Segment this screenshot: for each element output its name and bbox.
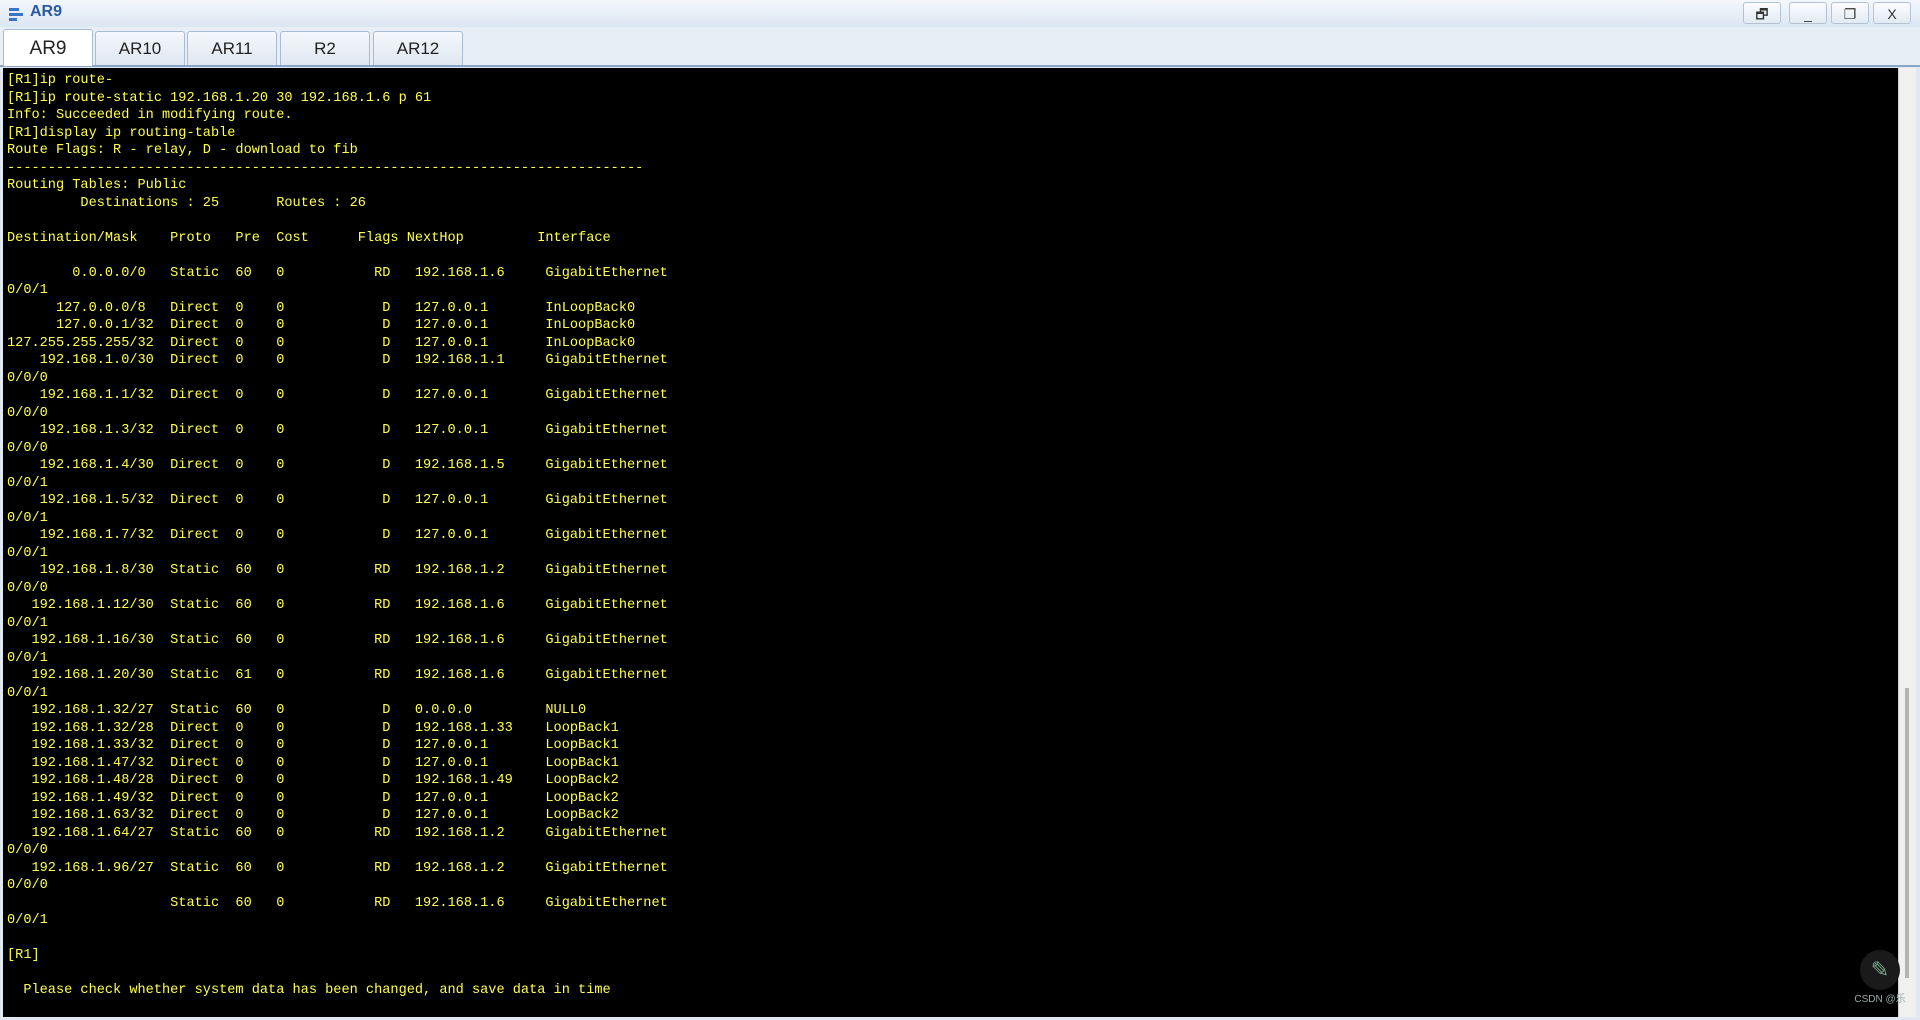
window-title: AR9 bbox=[30, 3, 63, 20]
terminal-line: Info: Succeeded in modifying route. bbox=[7, 108, 293, 123]
terminal-line: 127.0.0.0/8 Direct 0 0 D 127.0.0.1 InLoo… bbox=[7, 300, 636, 316]
terminal-console[interactable]: [R1]ip route- [R1]ip route-static 192.168… bbox=[3, 68, 1898, 1017]
terminal-line: 0/0/0 bbox=[7, 440, 48, 456]
maximize-button[interactable]: ❐ bbox=[1831, 2, 1869, 24]
watermark-text: CSDN @乐 bbox=[1854, 994, 1906, 1005]
terminal-line: 0/0/1 bbox=[7, 650, 48, 666]
tab-r2[interactable]: R2 bbox=[280, 31, 370, 65]
terminal-line: 0/0/0 bbox=[7, 405, 48, 421]
terminal-line: 192.168.1.47/32 Direct 0 0 D 127.0.0.1 L… bbox=[7, 755, 619, 771]
terminal-line: Destinations : 25 Routes : 26 bbox=[7, 195, 366, 211]
tab-ar10[interactable]: AR10 bbox=[95, 31, 185, 65]
terminal-output: [R1]ip route- [R1]ip route-static 192.168… bbox=[3, 68, 1898, 1000]
terminal-line: 0/0/0 bbox=[7, 580, 48, 596]
csdn-logo-icon: ✎ bbox=[1860, 950, 1900, 990]
terminal-line: 0/0/0 bbox=[7, 878, 48, 893]
terminal-line: 192.168.1.48/28 Direct 0 0 D 192.168.1.4… bbox=[7, 773, 619, 788]
terminal-line: 192.168.1.20/30 Static 61 0 RD 192.168.1… bbox=[7, 668, 668, 683]
terminal-line: [R1]ip route- bbox=[7, 73, 114, 88]
terminal-line: 0/0/0 bbox=[7, 370, 48, 386]
terminal-line: 0/0/0 bbox=[7, 843, 48, 858]
terminal-line: Destination/Mask Proto Pre Cost Flags Ne… bbox=[7, 230, 611, 246]
terminal-line: 192.168.1.12/30 Static 60 0 RD 192.168.1… bbox=[7, 598, 668, 613]
terminal-line: 192.168.1.16/30 Static 60 0 RD 192.168.1… bbox=[7, 633, 668, 648]
terminal-line: [R1]display ip routing-table bbox=[7, 125, 236, 141]
terminal-line: Routing Tables: Public bbox=[7, 178, 187, 193]
session-tab-bar: AR9 AR10 AR11 R2 AR12 bbox=[0, 27, 1920, 67]
terminal-line: [R1] bbox=[7, 948, 40, 963]
minimize-button[interactable]: _ bbox=[1789, 2, 1827, 24]
terminal-line: 0.0.0.0/0 Static 60 0 RD 192.168.1.6 Gig… bbox=[7, 265, 668, 281]
tab-ar9[interactable]: AR9 bbox=[3, 29, 93, 66]
scrollbar-thumb[interactable] bbox=[1905, 688, 1909, 978]
terminal-line: 0/0/1 bbox=[7, 545, 48, 561]
terminal-line: 192.168.1.4/30 Direct 0 0 D 192.168.1.5 … bbox=[7, 458, 668, 473]
terminal-line: Static 60 0 RD 192.168.1.6 GigabitEthern… bbox=[7, 895, 668, 911]
terminal-line: [R1]ip route-static 192.168.1.20 30 192.… bbox=[7, 90, 432, 106]
terminal-line: 0/0/1 bbox=[7, 615, 48, 631]
tab-ar12[interactable]: AR12 bbox=[373, 31, 463, 65]
terminal-line: 127.0.0.1/32 Direct 0 0 D 127.0.0.1 InLo… bbox=[7, 318, 636, 333]
terminal-line: 192.168.1.32/28 Direct 0 0 D 192.168.1.3… bbox=[7, 720, 619, 736]
terminal-line: ----------------------------------------… bbox=[7, 160, 644, 176]
terminal-line: 192.168.1.63/32 Direct 0 0 D 127.0.0.1 L… bbox=[7, 808, 619, 823]
watermark: ✎ CSDN @乐 bbox=[1850, 950, 1910, 1010]
tab-ar11[interactable]: AR11 bbox=[187, 31, 277, 65]
restore-window-button[interactable]: 🗗 bbox=[1743, 2, 1781, 24]
terminal-line: 192.168.1.96/27 Static 60 0 RD 192.168.1… bbox=[7, 860, 668, 876]
terminal-line: 192.168.1.32/27 Static 60 0 D 0.0.0.0 NU… bbox=[7, 703, 587, 718]
terminal-line: 192.168.1.49/32 Direct 0 0 D 127.0.0.1 L… bbox=[7, 790, 619, 806]
terminal-line: 192.168.1.3/32 Direct 0 0 D 127.0.0.1 Gi… bbox=[7, 423, 668, 438]
terminal-line: 0/0/1 bbox=[7, 475, 48, 491]
terminal-line: 192.168.1.8/30 Static 60 0 RD 192.168.1.… bbox=[7, 563, 668, 578]
vertical-scrollbar[interactable] bbox=[1898, 68, 1916, 1017]
terminal-line: 192.168.1.0/30 Direct 0 0 D 192.168.1.1 … bbox=[7, 353, 668, 368]
terminal-line: 0/0/1 bbox=[7, 510, 48, 526]
terminal-line: 192.168.1.7/32 Direct 0 0 D 127.0.0.1 Gi… bbox=[7, 528, 668, 543]
terminal-line: 192.168.1.33/32 Direct 0 0 D 127.0.0.1 L… bbox=[7, 738, 619, 753]
terminal-line: Please check whether system data has bee… bbox=[7, 983, 611, 998]
terminal-line: Route Flags: R - relay, D - download to … bbox=[7, 143, 358, 158]
terminal-line: 192.168.1.64/27 Static 60 0 RD 192.168.1… bbox=[7, 825, 668, 841]
terminal-line: 0/0/1 bbox=[7, 283, 48, 298]
terminal-line: 192.168.1.1/32 Direct 0 0 D 127.0.0.1 Gi… bbox=[7, 388, 668, 403]
title-bar: AR9 🗗 _ ❐ X bbox=[0, 0, 1920, 28]
terminal-line: 0/0/1 bbox=[7, 685, 48, 701]
terminal-line: 192.168.1.5/32 Direct 0 0 D 127.0.0.1 Gi… bbox=[7, 493, 668, 508]
close-button[interactable]: X bbox=[1873, 2, 1911, 24]
terminal-line: 0/0/1 bbox=[7, 913, 48, 928]
terminal-line: 127.255.255.255/32 Direct 0 0 D 127.0.0.… bbox=[7, 335, 636, 351]
app-logo-icon bbox=[9, 8, 23, 21]
